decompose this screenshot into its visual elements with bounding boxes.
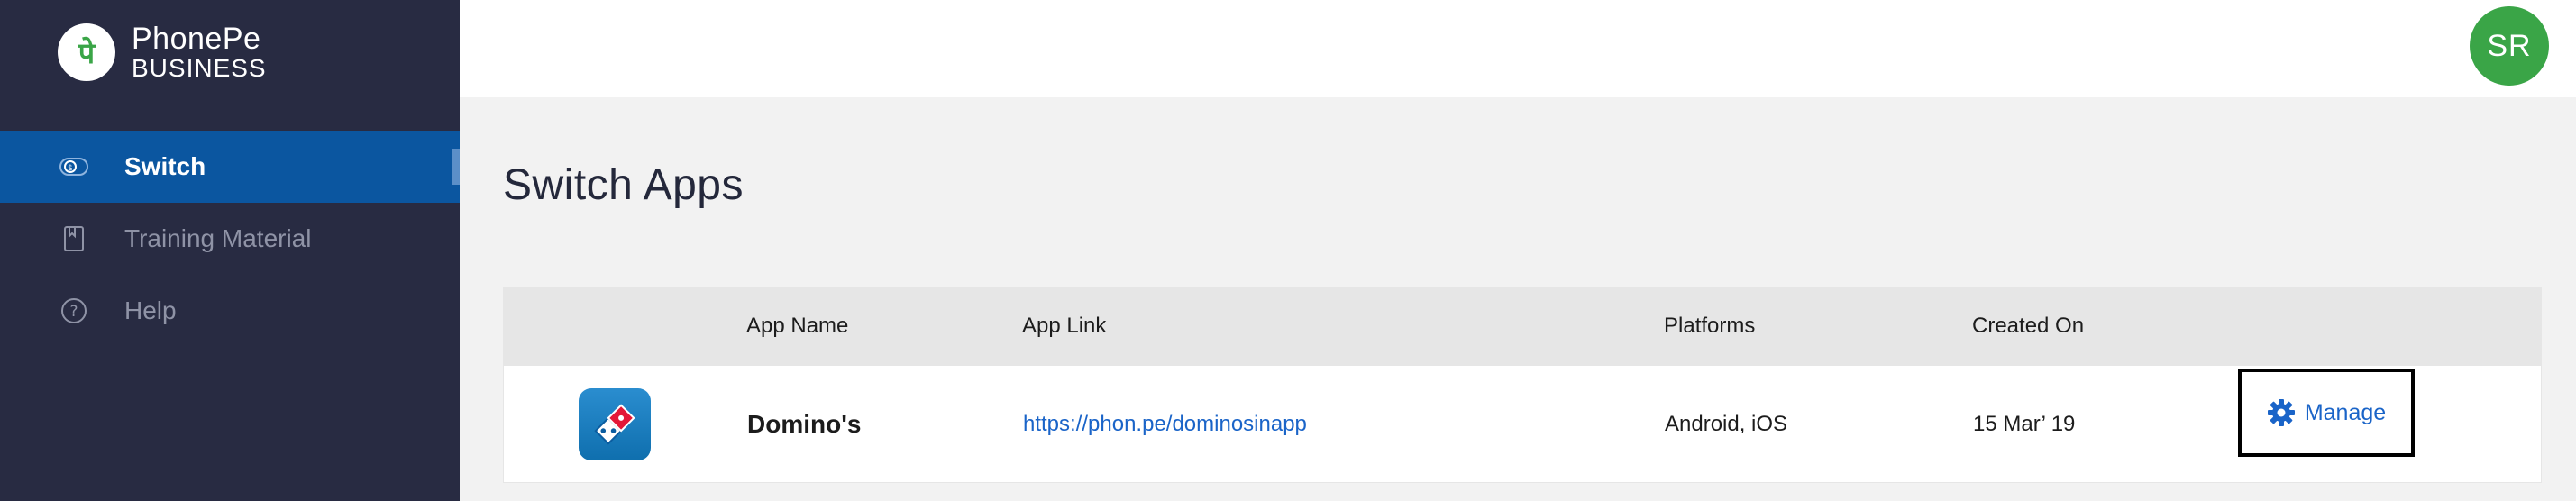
manage-button[interactable]: Manage [2238, 369, 2415, 457]
gear-icon [2267, 398, 2296, 427]
sidebar: पे PhonePe BUSINESS $ Switch Training Ma… [0, 0, 460, 501]
svg-text:पे: पे [78, 36, 96, 70]
sidebar-nav: $ Switch Training Material ? Help [0, 131, 460, 347]
column-header-app-name: App Name [746, 314, 849, 338]
app-platforms: Android, iOS [1665, 412, 1788, 436]
app-link[interactable]: https://phon.pe/dominosinapp [1023, 366, 1307, 483]
book-icon [59, 224, 88, 253]
app-name: Domino's [747, 410, 862, 438]
phonepe-logo-icon: पे [58, 23, 115, 81]
app-icon-cell [579, 366, 651, 483]
page-title: Switch Apps [503, 161, 744, 209]
manage-label: Manage [2304, 399, 2387, 425]
svg-text:?: ? [69, 303, 78, 321]
brand-subtitle: BUSINESS [132, 54, 267, 82]
dominos-logo-icon [579, 388, 651, 460]
top-bar: SR [460, 0, 2576, 97]
help-circle-icon: ? [59, 296, 88, 325]
svg-text:$: $ [68, 164, 73, 173]
apps-table: App Name App Link Platforms Created On D… [503, 287, 2542, 483]
avatar[interactable]: SR [2470, 6, 2549, 86]
phonepe-business-logo[interactable]: पे PhonePe BUSINESS [58, 23, 267, 81]
column-header-platforms: Platforms [1664, 314, 1756, 338]
sidebar-item-training-material[interactable]: Training Material [0, 203, 460, 275]
column-header-created-on: Created On [1972, 314, 2085, 338]
table-header: App Name App Link Platforms Created On [503, 287, 2542, 366]
sidebar-item-label: Switch [124, 152, 206, 180]
active-indicator [452, 149, 460, 185]
app-created-on: 15 Mar’ 19 [1973, 412, 2076, 436]
brand-name: PhonePe [132, 22, 261, 56]
sidebar-item-label: Training Material [124, 224, 312, 252]
sidebar-item-switch[interactable]: $ Switch [0, 131, 460, 203]
table-row: Domino's https://phon.pe/dominosinapp An… [503, 366, 2542, 483]
column-header-app-link: App Link [1022, 314, 1107, 338]
sidebar-item-label: Help [124, 296, 177, 324]
sidebar-item-help[interactable]: ? Help [0, 275, 460, 347]
toggle-icon: $ [59, 152, 88, 181]
